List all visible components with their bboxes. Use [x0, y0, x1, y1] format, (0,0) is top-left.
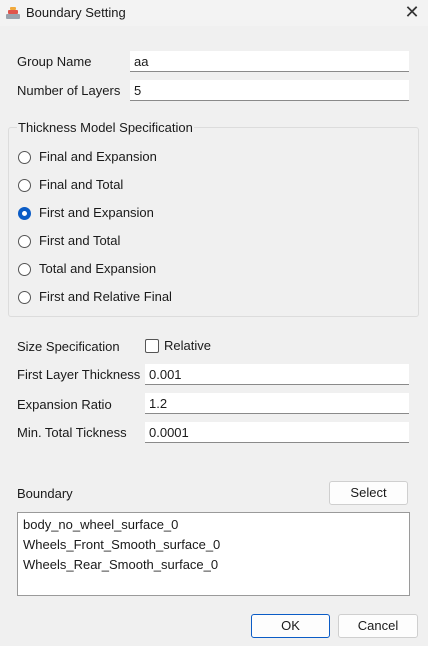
radio-label: First and Relative Final: [39, 289, 172, 304]
first-layer-thickness-input[interactable]: [145, 364, 409, 385]
group-name-label: Group Name: [17, 54, 92, 69]
app-icon: [6, 7, 20, 19]
close-icon: ✕: [404, 2, 420, 22]
radio-button[interactable]: [18, 207, 31, 220]
radio-label: First and Total: [39, 233, 121, 248]
radio-button[interactable]: [18, 235, 31, 248]
radio-button[interactable]: [18, 291, 31, 304]
radio-label: First and Expansion: [39, 205, 154, 220]
radio-label: Total and Expansion: [39, 261, 157, 276]
radio-label: Final and Expansion: [39, 149, 157, 164]
radio-button[interactable]: [18, 179, 31, 192]
close-button[interactable]: ✕: [396, 1, 428, 25]
expansion-ratio-label: Expansion Ratio: [17, 397, 112, 412]
ok-button[interactable]: OK: [251, 614, 330, 638]
boundary-list[interactable]: body_no_wheel_surface_0 Wheels_Front_Smo…: [17, 512, 410, 596]
relative-label: Relative: [164, 338, 211, 353]
expansion-ratio-input[interactable]: [145, 393, 409, 414]
size-specification-label: Size Specification: [17, 339, 120, 354]
title-bar: Boundary Setting ✕: [0, 0, 428, 26]
radio-button[interactable]: [18, 151, 31, 164]
number-of-layers-label: Number of Layers: [17, 83, 121, 98]
radio-button[interactable]: [18, 263, 31, 276]
min-total-thickness-label: Min. Total Tickness: [17, 425, 127, 440]
group-name-input[interactable]: [130, 51, 409, 72]
cancel-button[interactable]: Cancel: [338, 614, 418, 638]
list-item[interactable]: body_no_wheel_surface_0: [23, 515, 404, 535]
radio-label: Final and Total: [39, 177, 124, 192]
first-layer-thickness-label: First Layer Thickness: [17, 367, 141, 382]
select-button[interactable]: Select: [329, 481, 408, 505]
number-of-layers-input[interactable]: [130, 80, 409, 101]
list-item[interactable]: Wheels_Front_Smooth_surface_0: [23, 535, 404, 555]
thickness-model-title: Thickness Model Specification: [17, 120, 194, 135]
boundary-label: Boundary: [17, 486, 73, 501]
min-total-thickness-input[interactable]: [145, 422, 409, 443]
list-item[interactable]: Wheels_Rear_Smooth_surface_0: [23, 555, 404, 575]
window-title: Boundary Setting: [26, 5, 126, 20]
relative-checkbox[interactable]: [145, 339, 159, 353]
